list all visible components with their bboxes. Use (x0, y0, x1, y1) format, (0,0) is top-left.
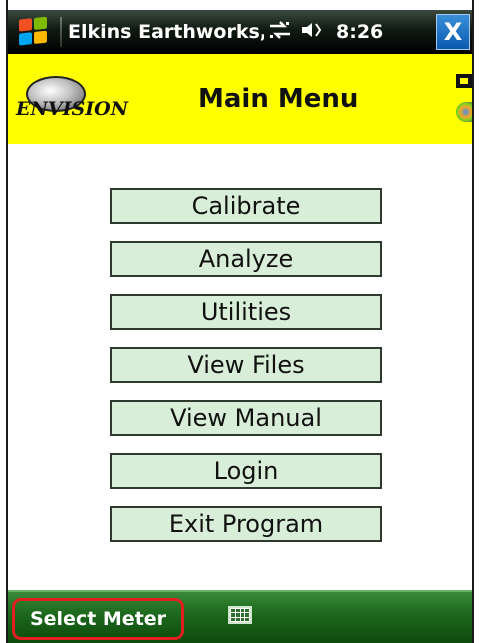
envision-logo: ENVISION (16, 72, 144, 128)
clock-time[interactable]: 8:26 (336, 21, 383, 43)
analyze-button[interactable]: Analyze (110, 241, 382, 277)
softkey-bar: Select Meter (8, 590, 472, 643)
frame-left (0, 0, 8, 643)
app-status-icon (456, 102, 472, 122)
calibrate-button[interactable]: Calibrate (110, 188, 382, 224)
close-button[interactable]: X (436, 14, 470, 50)
view-manual-button[interactable]: View Manual (110, 400, 382, 436)
view-files-button[interactable]: View Files (110, 347, 382, 383)
page-title: Main Menu (198, 84, 359, 114)
login-button[interactable]: Login (110, 453, 382, 489)
utilities-button[interactable]: Utilities (110, 294, 382, 330)
battery-icon (456, 74, 472, 88)
windows-flag-icon (19, 16, 49, 47)
title-separator (60, 17, 62, 47)
window-title: Elkins Earthworks, I (68, 21, 264, 43)
start-button[interactable] (8, 10, 60, 54)
title-bar: Elkins Earthworks, I 8:26 X (8, 10, 472, 54)
sync-arrows-icon[interactable] (268, 20, 292, 44)
main-menu: Calibrate Analyze Utilities View Files V… (110, 188, 382, 559)
status-icons: 8:26 (268, 20, 383, 44)
frame-right (472, 0, 480, 643)
exit-program-button[interactable]: Exit Program (110, 506, 382, 542)
speaker-icon[interactable] (300, 20, 324, 44)
frame-top (0, 0, 480, 10)
select-meter-softkey[interactable]: Select Meter (12, 598, 184, 640)
device-screen: Elkins Earthworks, I 8:26 X ENVISION Mai… (0, 0, 480, 643)
logo-text: ENVISION (16, 98, 129, 120)
keyboard-icon[interactable] (228, 606, 252, 624)
app-header: ENVISION Main Menu (8, 54, 472, 144)
